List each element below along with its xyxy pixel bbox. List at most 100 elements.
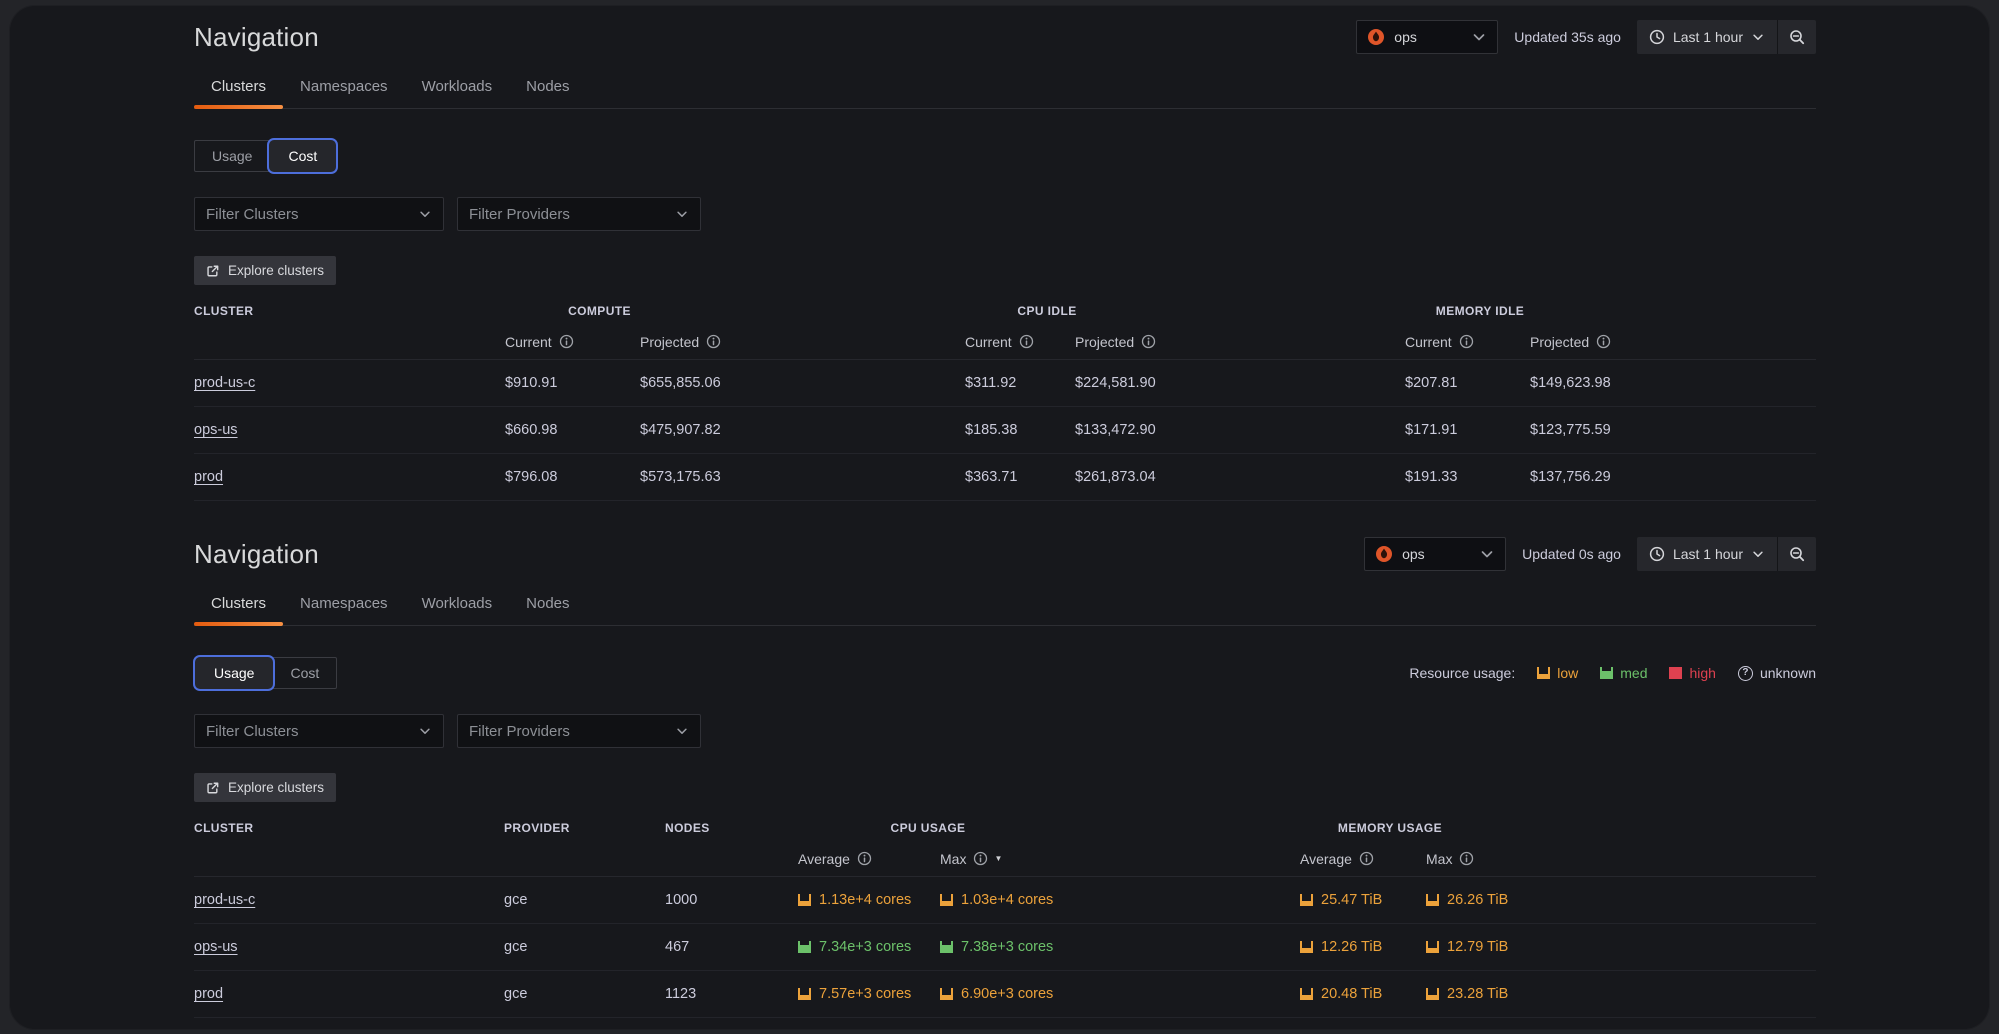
compute-projected-value: $655,855.06 — [640, 375, 965, 391]
time-range-picker[interactable]: Last 1 hour — [1637, 537, 1777, 571]
zoom-out-button[interactable] — [1777, 20, 1816, 54]
col-header-memory-idle-current[interactable]: Current — [1405, 334, 1530, 350]
usage-value: 25.47 TiB — [1321, 892, 1382, 908]
col-header-cpu-idle-current[interactable]: Current — [965, 334, 1075, 350]
info-icon[interactable] — [973, 851, 988, 866]
usage-cost-toggle: Usage Cost — [194, 140, 337, 172]
usage-value: 12.26 TiB — [1321, 939, 1382, 955]
cost-toggle-button[interactable]: Cost — [273, 658, 336, 688]
tab-namespaces[interactable]: Namespaces — [283, 78, 405, 108]
info-icon[interactable] — [857, 851, 872, 866]
usage-value: 1.13e+4 cores — [819, 892, 911, 908]
tab-workloads[interactable]: Workloads — [405, 595, 510, 625]
table-row: prod-us-c $910.91 $655,855.06 $311.92 $2… — [194, 360, 1816, 407]
filter-clusters-select[interactable]: Filter Clusters — [194, 714, 444, 748]
col-header-cpu-average[interactable]: Average — [798, 851, 940, 867]
info-icon[interactable] — [1141, 334, 1156, 349]
col-header-cpu-max[interactable]: Max▼ — [940, 851, 1300, 867]
legend-item-label: unknown — [1760, 665, 1816, 681]
external-link-icon — [206, 264, 220, 278]
tab-nodes[interactable]: Nodes — [509, 78, 586, 108]
table-row: prod $796.08 $573,175.63 $363.71 $261,87… — [194, 454, 1816, 501]
col-header-memory-idle-projected[interactable]: Projected — [1530, 334, 1816, 350]
zoom-out-icon — [1789, 546, 1805, 562]
tab-label: Clusters — [211, 78, 266, 95]
info-icon[interactable] — [1596, 334, 1611, 349]
col-header-cpu-idle-projected[interactable]: Projected — [1075, 334, 1405, 350]
info-icon[interactable] — [1019, 334, 1034, 349]
tab-nodes[interactable]: Nodes — [509, 595, 586, 625]
filter-providers-placeholder: Filter Providers — [469, 206, 570, 223]
zoom-out-icon — [1789, 29, 1805, 45]
cpu-idle-projected-value: $133,472.90 — [1075, 422, 1405, 438]
provider-value: gce — [504, 939, 665, 955]
usage-value: 26.26 TiB — [1447, 892, 1508, 908]
usage-low-icon — [1300, 941, 1313, 953]
cluster-link[interactable]: prod-us-c — [194, 892, 255, 908]
info-icon[interactable] — [559, 334, 574, 349]
col-header-memory-max[interactable]: Max — [1426, 851, 1816, 867]
clock-icon — [1649, 546, 1665, 562]
chevron-down-icon — [675, 724, 689, 738]
cost-toggle-button[interactable]: Cost — [267, 138, 338, 174]
col-header-cluster: CLUSTER — [194, 821, 504, 835]
filter-providers-select[interactable]: Filter Providers — [457, 197, 701, 231]
col-header-memory-average[interactable]: Average — [1300, 851, 1426, 867]
sub-header-label: Projected — [640, 334, 699, 350]
resource-usage-legend: Resource usage: low med high ?unknown — [1409, 665, 1816, 681]
filter-providers-select[interactable]: Filter Providers — [457, 714, 701, 748]
grafana-logo-icon — [1367, 28, 1385, 46]
cpu-average-cell: 1.13e+4 cores — [798, 892, 940, 908]
info-icon[interactable] — [1359, 851, 1374, 866]
tab-workloads[interactable]: Workloads — [405, 78, 510, 108]
cpu-max-cell: 6.90e+3 cores — [940, 986, 1300, 1002]
filter-clusters-select[interactable]: Filter Clusters — [194, 197, 444, 231]
cluster-link[interactable]: ops-us — [194, 422, 238, 438]
usage-toggle-button[interactable]: Usage — [193, 655, 275, 691]
sub-header-label: Average — [798, 851, 850, 867]
cpu-idle-current-value: $311.92 — [965, 375, 1075, 391]
time-range-picker[interactable]: Last 1 hour — [1637, 20, 1777, 54]
tab-label: Workloads — [422, 78, 493, 95]
explore-clusters-button[interactable]: Explore clusters — [194, 773, 336, 802]
tab-namespaces[interactable]: Namespaces — [283, 595, 405, 625]
tab-label: Namespaces — [300, 78, 388, 95]
usage-low-icon — [798, 894, 811, 906]
info-icon[interactable] — [706, 334, 721, 349]
active-tab-indicator — [194, 105, 283, 109]
datasource-select[interactable]: ops — [1356, 20, 1498, 54]
sort-desc-icon: ▼ — [994, 854, 1002, 863]
memory-max-cell: 12.79 TiB — [1426, 939, 1816, 955]
usage-toggle-button[interactable]: Usage — [195, 141, 269, 171]
usage-low-icon — [1426, 894, 1439, 906]
usage-low-icon — [1537, 667, 1550, 679]
legend-item-med: med — [1600, 665, 1647, 681]
usage-table: CLUSTER PROVIDER NODES CPU USAGE MEMORY … — [194, 815, 1816, 1018]
nodes-value: 1123 — [665, 986, 798, 1002]
cpu-idle-current-value: $185.38 — [965, 422, 1075, 438]
col-header-compute-projected[interactable]: Projected — [640, 334, 965, 350]
info-icon[interactable] — [1459, 334, 1474, 349]
tab-clusters[interactable]: Clusters — [194, 78, 283, 108]
tab-clusters[interactable]: Clusters — [194, 595, 283, 625]
filter-providers-placeholder: Filter Providers — [469, 723, 570, 740]
cluster-link[interactable]: prod-us-c — [194, 375, 255, 391]
usage-low-icon — [1426, 988, 1439, 1000]
datasource-select[interactable]: ops — [1364, 537, 1506, 571]
tab-label: Nodes — [526, 78, 569, 95]
usage-high-icon — [1669, 667, 1682, 679]
table-row: prod gce 1123 7.57e+3 cores 6.90e+3 core… — [194, 971, 1816, 1018]
cluster-link[interactable]: prod — [194, 986, 223, 1002]
legend-item-label: high — [1689, 665, 1715, 681]
usage-low-icon — [1300, 988, 1313, 1000]
cluster-link[interactable]: ops-us — [194, 939, 238, 955]
info-icon[interactable] — [1459, 851, 1474, 866]
explore-clusters-button[interactable]: Explore clusters — [194, 256, 336, 285]
cluster-link[interactable]: prod — [194, 469, 223, 485]
sub-header-label: Current — [505, 334, 552, 350]
chevron-down-icon — [1479, 546, 1495, 562]
zoom-out-button[interactable] — [1777, 537, 1816, 571]
memory-idle-current-value: $207.81 — [1405, 375, 1530, 391]
col-header-compute-current[interactable]: Current — [505, 334, 640, 350]
legend-title: Resource usage: — [1409, 665, 1515, 681]
